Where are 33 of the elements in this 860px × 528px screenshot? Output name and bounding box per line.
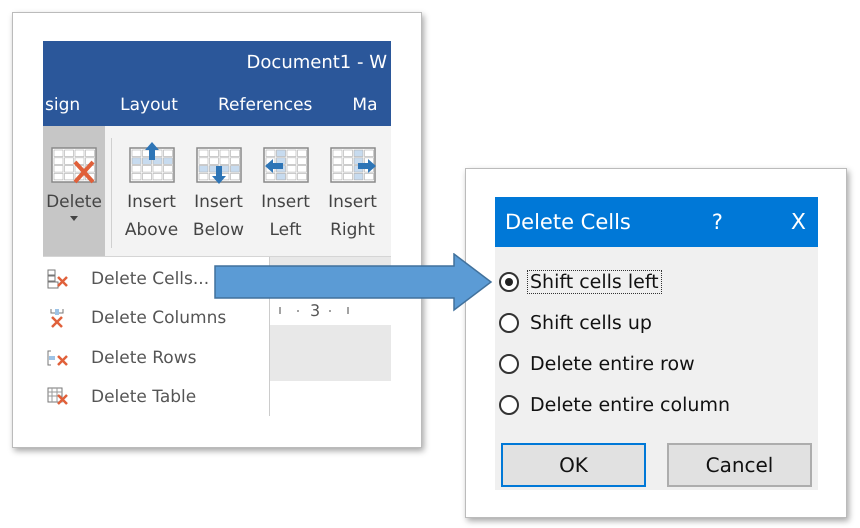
radio-option[interactable]: Shift cells up (499, 302, 812, 343)
insert-button[interactable]: Insert Left (252, 126, 319, 256)
menu-item[interactable]: Delete Cells... (43, 259, 212, 298)
radio-option[interactable]: Shift cells left (499, 261, 812, 302)
ok-button[interactable]: OK (501, 443, 646, 487)
insert-button[interactable]: Insert Below (185, 126, 252, 256)
ribbon-tab[interactable]: References (218, 94, 312, 114)
delete-icon (47, 348, 69, 368)
ribbon-tab[interactable]: Ma (352, 94, 378, 114)
table-insert-icon (128, 140, 174, 184)
menu-item[interactable]: Delete Table (43, 378, 198, 416)
close-button[interactable]: X (790, 210, 806, 234)
radio-button[interactable] (499, 272, 519, 292)
caret-icon (70, 216, 78, 221)
insert-button[interactable]: Insert Right (319, 126, 386, 256)
ribbon-tab[interactable]: sign (45, 94, 80, 114)
help-button[interactable]: ? (712, 210, 723, 234)
radio-option[interactable]: Delete entire column (499, 384, 812, 425)
delete-icon (47, 268, 69, 289)
ruler-number: 3 (310, 300, 320, 320)
cancel-button[interactable]: Cancel (667, 443, 812, 487)
delete-button[interactable]: Delete (43, 126, 105, 256)
table-delete-icon (47, 387, 69, 408)
dialog-title: Delete Cells (505, 210, 632, 234)
radio-button[interactable] (499, 394, 519, 414)
menu-item[interactable]: Delete Columns (43, 298, 228, 338)
radio-button[interactable] (499, 312, 519, 332)
radio-button[interactable] (499, 354, 519, 374)
window-title: Document1 - W (246, 52, 387, 72)
radio-option[interactable]: Delete entire row (499, 343, 812, 384)
menu-item[interactable]: Delete Rows (43, 338, 198, 378)
insert-button[interactable]: Insert Above (118, 126, 185, 256)
ribbon-tab[interactable]: Layout (120, 94, 178, 114)
